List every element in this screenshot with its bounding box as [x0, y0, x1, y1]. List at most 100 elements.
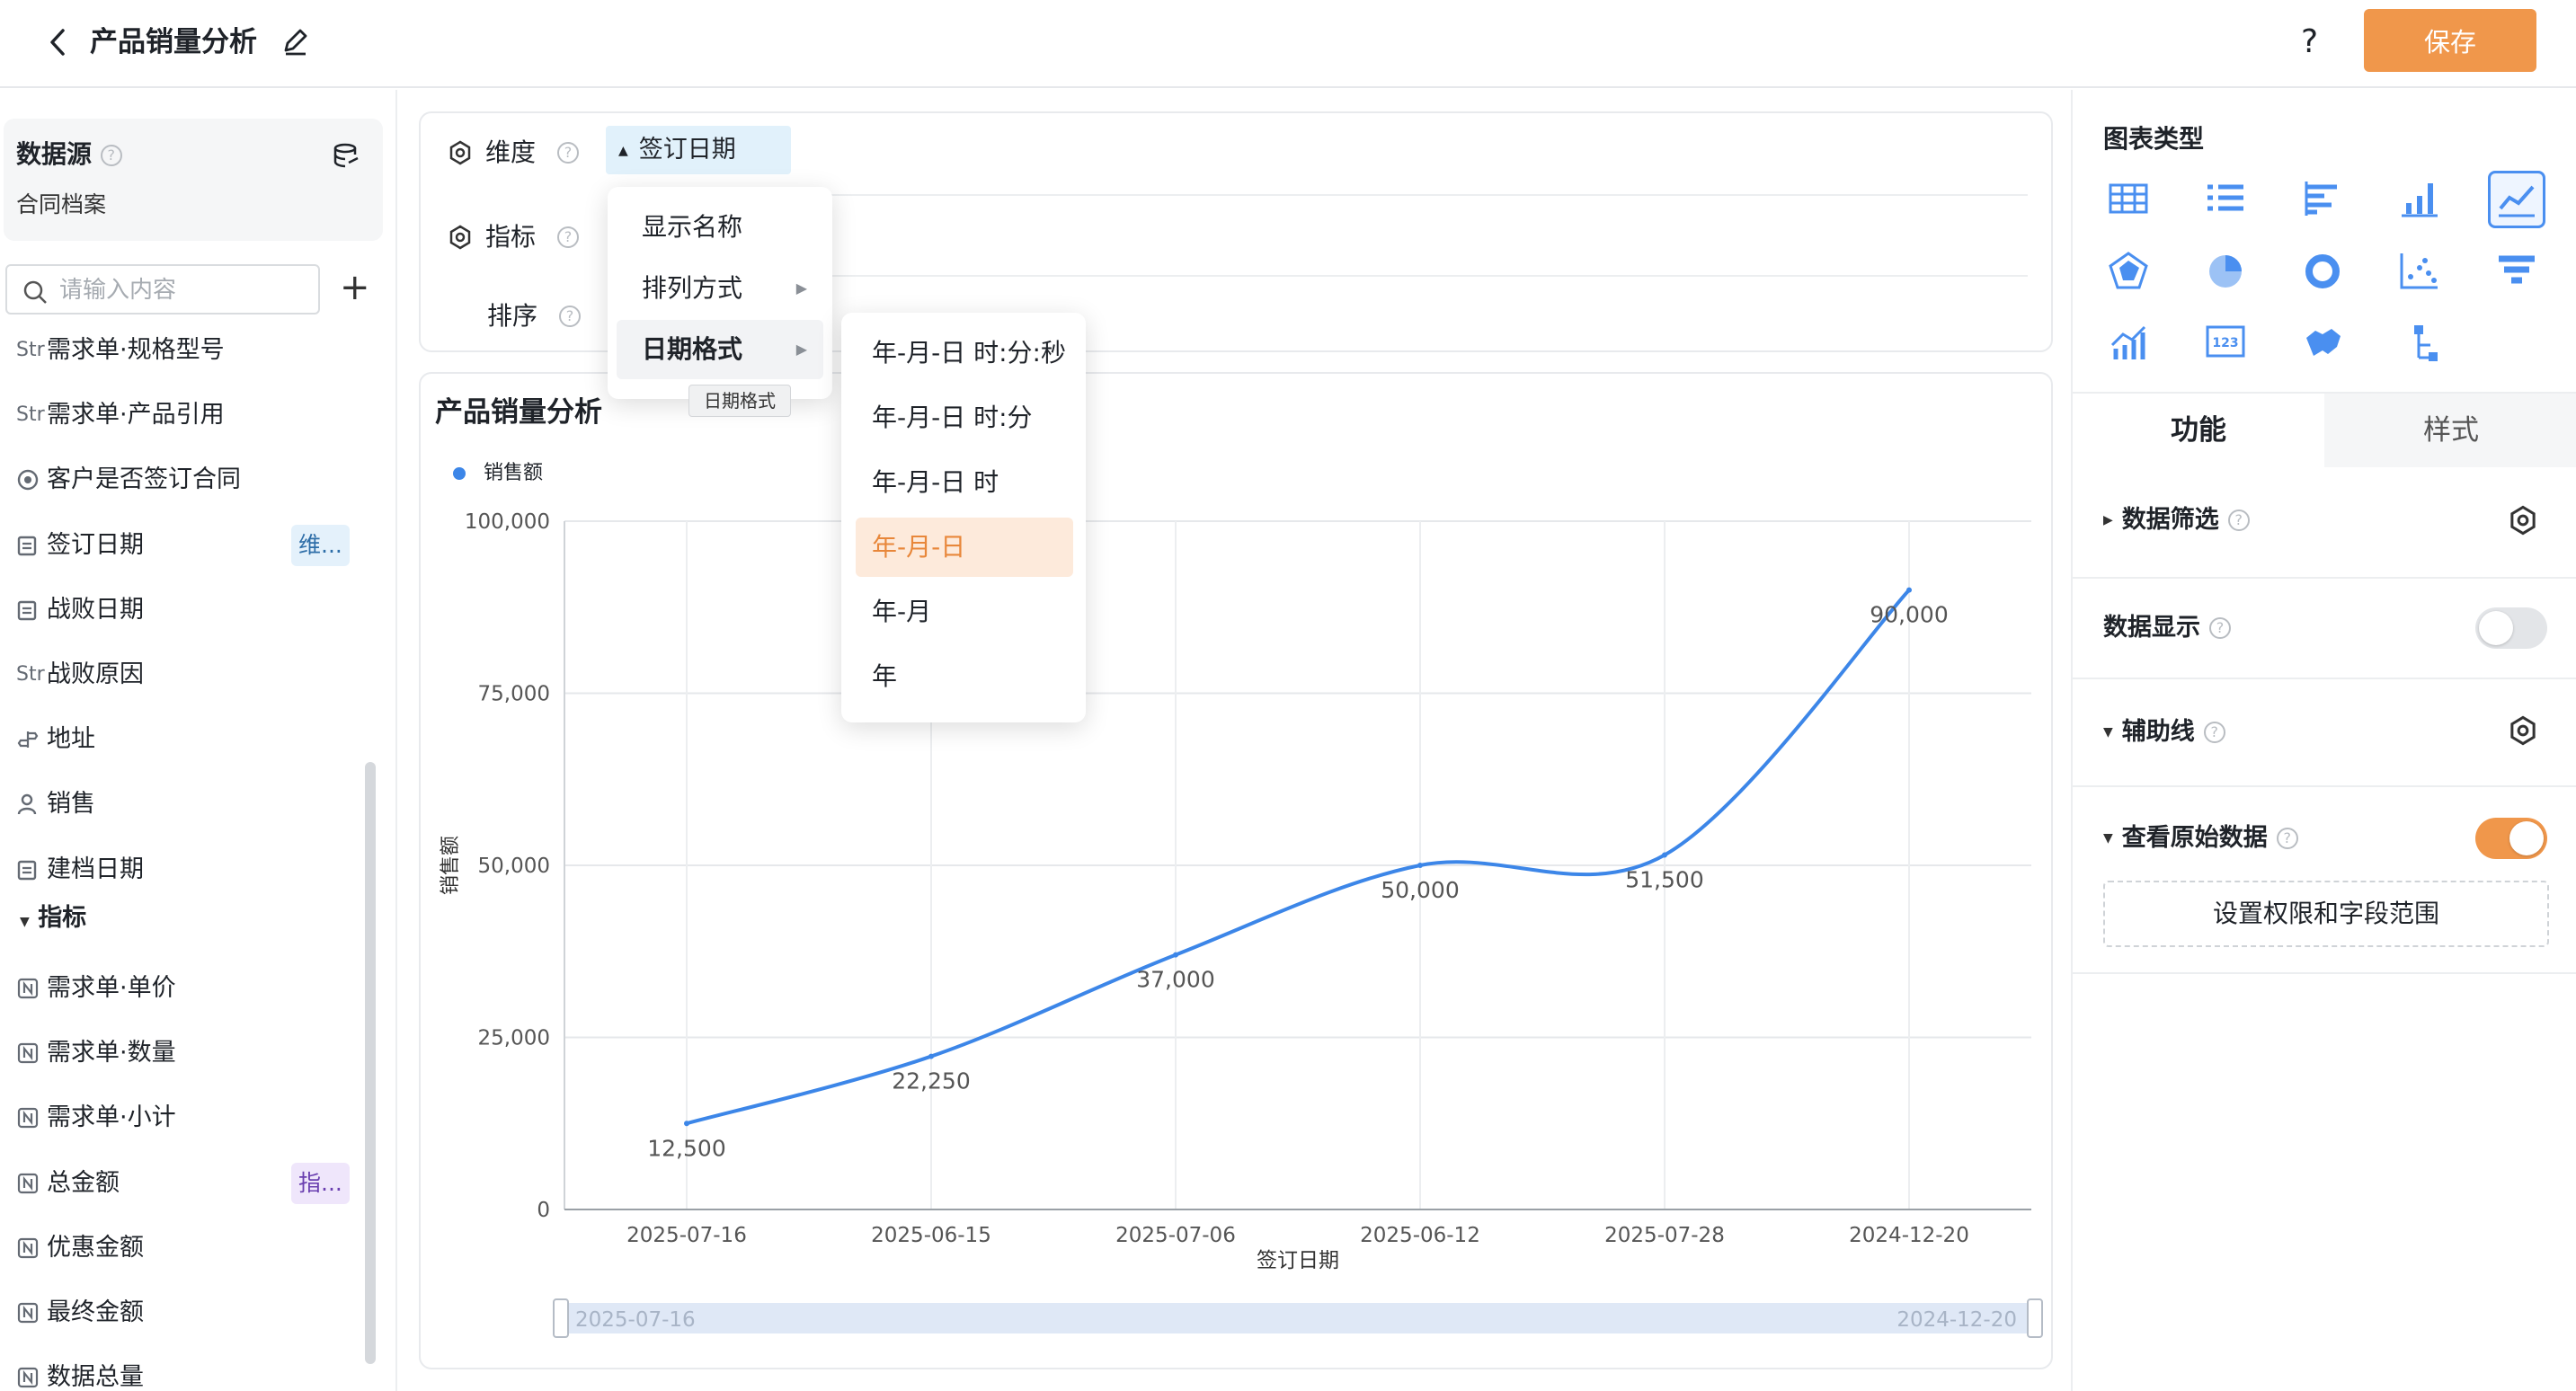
field-item[interactable]: 优惠金额 [16, 1227, 144, 1270]
metric-label: 指标 [485, 222, 537, 252]
search-icon [22, 279, 49, 312]
date-format-option[interactable]: 年-月 [856, 582, 1073, 642]
help-circle-icon[interactable]: ? [2209, 617, 2231, 639]
data-point[interactable] [928, 1053, 934, 1059]
help-circle-icon[interactable]: ? [2276, 828, 2298, 849]
number-type-icon [16, 1041, 47, 1065]
caret-down-icon[interactable]: ▼ [2103, 818, 2113, 859]
table-icon[interactable] [2100, 171, 2157, 228]
add-field-button[interactable]: + [340, 268, 370, 307]
edit-icon[interactable] [280, 25, 311, 64]
tab-function[interactable]: 功能 [2073, 394, 2324, 467]
date-format-option[interactable]: 年-月-日 时:分 [856, 388, 1073, 447]
data-point[interactable] [1906, 587, 1912, 593]
donut-icon[interactable] [2294, 243, 2351, 300]
field-item[interactable]: 需求单·数量 [16, 1032, 176, 1075]
user-icon [16, 793, 47, 816]
back-arrow-icon[interactable] [40, 22, 76, 63]
field-item[interactable]: 战败日期 [16, 589, 144, 632]
left-scrollbar[interactable] [365, 762, 376, 1364]
field-item[interactable]: 需求单·小计 [16, 1096, 176, 1139]
radar-icon[interactable] [2100, 243, 2157, 300]
date-format-option[interactable]: 年-月-日 时 [856, 453, 1073, 512]
list-icon[interactable] [2197, 171, 2254, 228]
menu-item-date-format[interactable]: 日期格式 ▶ [617, 320, 823, 379]
settings-icon[interactable] [448, 140, 473, 165]
data-point[interactable] [684, 1121, 689, 1127]
line-chart-icon[interactable] [2488, 171, 2545, 228]
text-type-icon: Str [16, 339, 45, 361]
data-label: 37,000 [1136, 967, 1214, 993]
field-search-input[interactable]: 请输入内容 [5, 264, 320, 315]
data-point[interactable] [1662, 852, 1667, 858]
bar-horizontal-icon[interactable] [2294, 171, 2351, 228]
raw-data-toggle[interactable] [2475, 818, 2547, 859]
field-item[interactable]: Str 需求单·产品引用 [16, 394, 225, 437]
data-point[interactable] [1417, 863, 1423, 868]
dimension-dropdown-menu: 显示名称 排列方式 ▶ 日期格式 ▶ [608, 187, 832, 399]
calendar-icon [16, 598, 47, 622]
bar-chart-icon[interactable] [2391, 171, 2448, 228]
menu-item-sort[interactable]: 排列方式 ▶ [617, 259, 823, 318]
calendar-icon [16, 534, 47, 557]
map-icon[interactable] [2294, 315, 2351, 372]
number-card-icon[interactable]: 123 [2197, 315, 2254, 372]
dimension-chip[interactable]: ▲ 签订日期 [606, 126, 791, 174]
pie-icon[interactable] [2197, 243, 2254, 300]
field-item[interactable]: 总金额 [16, 1162, 120, 1205]
auxiliary-line-row[interactable]: ▼ 辅助线? [2073, 679, 2576, 787]
data-label: 50,000 [1381, 877, 1459, 903]
field-panel: 数据源 ? 合同档案 请输入内容 + Str 需求单·规格型号 Str 需求单·产品引… [0, 90, 397, 1391]
y-tick-label: 0 [537, 1199, 550, 1222]
field-item[interactable]: 地址 [16, 718, 95, 761]
field-item[interactable]: 数据总量 [16, 1356, 144, 1391]
data-filter-row[interactable]: ▶ 数据筛选? [2073, 469, 2576, 579]
field-item[interactable]: 客户是否签订合同 [16, 458, 241, 501]
menu-item-display-name[interactable]: 显示名称 [617, 198, 823, 257]
settings-icon[interactable] [448, 225, 473, 250]
data-point[interactable] [1173, 952, 1178, 958]
save-button[interactable]: 保存 [2364, 9, 2536, 72]
help-icon[interactable]: ? [2301, 20, 2318, 65]
data-display-toggle[interactable] [2475, 607, 2547, 649]
help-circle-icon[interactable]: ? [2203, 722, 2225, 743]
help-circle-icon[interactable]: ? [559, 306, 582, 327]
field-item[interactable]: 签订日期 [16, 524, 144, 567]
calendar-icon [16, 858, 47, 882]
settings-icon[interactable] [2508, 715, 2538, 746]
scatter-icon[interactable] [2391, 243, 2448, 300]
tree-icon[interactable] [2391, 315, 2448, 372]
field-item[interactable]: 需求单·单价 [16, 967, 176, 1010]
database-icon[interactable] [333, 142, 361, 175]
field-item[interactable]: 销售 [16, 783, 95, 826]
field-item[interactable]: 建档日期 [16, 848, 144, 891]
combo-chart-icon[interactable] [2100, 315, 2157, 372]
help-circle-icon[interactable]: ? [557, 226, 580, 248]
x-tick-label: 2024-12-20 [1849, 1224, 1969, 1247]
range-slider-right-handle[interactable] [2027, 1298, 2043, 1338]
field-label: 总金额 [47, 1168, 120, 1197]
sort-row: 排序 ? [487, 289, 582, 343]
date-format-option-selected[interactable]: 年-月-日 [856, 518, 1073, 577]
field-item[interactable]: Str 战败原因 [16, 653, 144, 696]
permission-scope-button[interactable]: 设置权限和字段范围 [2103, 881, 2549, 947]
date-format-option[interactable]: 年 [856, 647, 1073, 706]
settings-icon[interactable] [2508, 505, 2538, 536]
top-bar: 产品销量分析 ? 保存 [0, 0, 2576, 88]
x-tick-label: 2025-07-06 [1115, 1224, 1236, 1247]
help-circle-icon[interactable]: ? [557, 142, 580, 164]
field-label: 需求单·产品引用 [47, 401, 225, 430]
help-circle-icon[interactable]: ? [100, 145, 122, 166]
field-item[interactable]: Str 需求单·规格型号 [16, 329, 225, 372]
number-type-icon [16, 977, 47, 1000]
metrics-section-header[interactable]: ▼ 指标 [20, 899, 86, 942]
help-circle-icon[interactable]: ? [2227, 509, 2250, 531]
range-slider-track[interactable] [557, 1303, 2040, 1333]
range-slider-left-handle[interactable] [553, 1298, 569, 1338]
field-item[interactable]: 最终金额 [16, 1291, 144, 1334]
funnel-icon[interactable] [2488, 243, 2545, 300]
chart-type-title: 图表类型 [2103, 124, 2205, 154]
tab-style[interactable]: 样式 [2324, 394, 2576, 467]
field-label: 销售 [47, 790, 95, 819]
date-format-option[interactable]: 年-月-日 时:分:秒 [856, 323, 1073, 383]
